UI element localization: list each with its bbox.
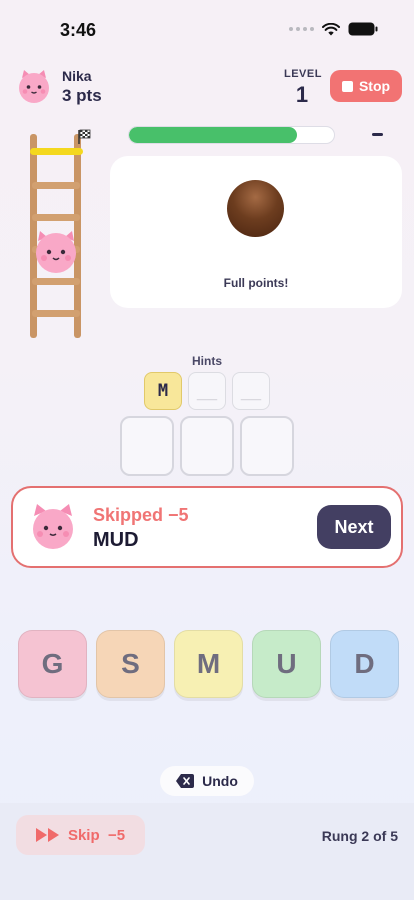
letter-keyboard: G S M U D bbox=[18, 630, 399, 698]
answer-slot[interactable] bbox=[240, 416, 294, 476]
rung-indicator: Rung 2 of 5 bbox=[321, 828, 398, 844]
cat-climber-icon bbox=[36, 231, 76, 273]
hints-label: Hints bbox=[192, 354, 222, 368]
hint-tile: __ bbox=[188, 372, 226, 410]
cat-avatar-icon bbox=[33, 504, 73, 549]
ladder-icon bbox=[30, 129, 91, 338]
status-icons bbox=[289, 22, 378, 36]
letter-key[interactable]: M bbox=[174, 630, 243, 698]
clue-text: Full points! bbox=[223, 276, 289, 290]
letter-key[interactable]: U bbox=[252, 630, 321, 698]
status-time: 3:46 bbox=[60, 20, 97, 40]
cat-avatar-icon bbox=[19, 70, 49, 103]
result-card: Skipped −5 MUD Next bbox=[11, 486, 403, 568]
level-value: 1 bbox=[295, 82, 309, 107]
level-label: LEVEL bbox=[284, 68, 322, 80]
avatar bbox=[29, 502, 77, 555]
answer-slot[interactable] bbox=[180, 416, 234, 476]
undo-button[interactable]: Undo bbox=[160, 766, 254, 796]
header: Nika 3 pts LEVEL 1 Stop bbox=[0, 62, 414, 114]
hint-tile: __ bbox=[232, 372, 270, 410]
letter-key[interactable]: S bbox=[96, 630, 165, 698]
hint-tiles: M __ __ bbox=[144, 372, 270, 410]
battery-icon bbox=[348, 22, 378, 36]
mud-ball-icon bbox=[227, 180, 284, 237]
player-name: Nika bbox=[62, 68, 92, 84]
progress-fill bbox=[129, 127, 298, 143]
letter-key[interactable]: G bbox=[18, 630, 87, 698]
minimize-icon[interactable] bbox=[372, 133, 383, 136]
footer: Skip −5 Rung 2 of 5 bbox=[0, 803, 414, 900]
answer-slot[interactable] bbox=[120, 416, 174, 476]
stop-button[interactable]: Stop bbox=[330, 70, 402, 102]
signal-dots-icon bbox=[289, 27, 314, 31]
result-title: Skipped −5 bbox=[93, 505, 189, 525]
status-bar: 3:46 bbox=[0, 0, 414, 58]
next-button[interactable]: Next bbox=[317, 505, 391, 549]
backspace-icon bbox=[176, 774, 195, 788]
stop-icon bbox=[341, 80, 353, 92]
hint-tile: M bbox=[144, 372, 182, 410]
answer-slots bbox=[120, 416, 294, 476]
skip-button[interactable]: Skip −5 bbox=[16, 815, 145, 855]
result-word: MUD bbox=[93, 529, 139, 551]
letter-key[interactable]: D bbox=[330, 630, 399, 698]
wifi-icon bbox=[322, 22, 340, 35]
stop-button-label: Stop bbox=[358, 78, 391, 94]
skip-label: Skip −5 bbox=[67, 826, 126, 844]
player-points: 3 pts bbox=[62, 86, 102, 105]
undo-label: Undo bbox=[202, 773, 238, 789]
avatar bbox=[16, 68, 52, 109]
ladder bbox=[24, 128, 104, 340]
fast-forward-icon bbox=[35, 828, 59, 842]
clue-card: Full points! bbox=[110, 156, 402, 308]
progress-bar bbox=[128, 126, 335, 144]
